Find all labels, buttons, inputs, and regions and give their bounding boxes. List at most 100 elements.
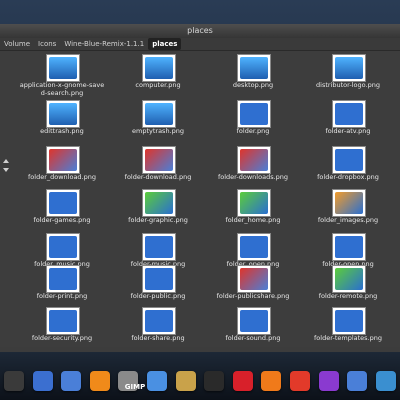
file-item[interactable]: folder-games.png [19,189,105,233]
firefox-icon[interactable] [261,371,282,391]
file-thumbnail [237,233,271,261]
image-icon [335,192,363,214]
file-thumbnail [332,146,366,174]
file-item[interactable]: folder-sound.png [210,307,296,347]
file-item[interactable]: folder-templates.png [305,307,391,347]
file-thumbnail [142,189,176,217]
file-thumbnail [142,146,176,174]
file-item[interactable]: desktop.png [210,54,296,98]
file-item[interactable]: folder-graphic.png [115,189,201,233]
image-icon [240,268,268,290]
file-label: emptytrash.png [132,127,184,135]
terminal-icon[interactable] [4,371,24,391]
file-item[interactable]: folder_images.png [305,189,391,233]
browser-icon[interactable] [375,371,396,391]
file-thumbnail [332,265,366,293]
file-item[interactable]: folder-download.png [115,146,201,190]
file-label: folder.png [236,127,270,135]
file-item[interactable]: folder.png [210,100,296,144]
file-label: distributor-logo.png [316,81,380,89]
image-icon [145,236,173,258]
file-thumbnail [332,233,366,261]
file-item[interactable]: folder-print.png [19,265,105,309]
image-icon [49,149,77,171]
image-icon [335,149,363,171]
file-item[interactable]: distributor-logo.png [305,54,391,98]
image-icon [145,192,173,214]
file-thumbnail [237,189,271,217]
file-thumbnail [142,233,176,261]
image-icon [145,268,173,290]
image-icon [240,192,268,214]
file-item[interactable]: folder-public.png [115,265,201,309]
dock [0,370,400,392]
launcher-icon[interactable] [318,371,339,391]
file-thumbnail [46,100,80,128]
settings-icon[interactable] [89,371,110,391]
chrome-icon[interactable] [290,371,311,391]
file-thumbnail [332,189,366,217]
file-label: application-x-gnome-saved-search.png [19,81,105,97]
file-item[interactable]: folder-downloads.png [210,146,296,190]
breadcrumb-icons[interactable]: Icons [34,38,60,50]
file-label: folder-dropbox.png [317,173,379,181]
file-item[interactable]: folder-security.png [19,307,105,347]
file-thumbnail [237,146,271,174]
file-item[interactable]: computer.png [115,54,201,98]
file-thumbnail [46,189,80,217]
file-label: folder_home.png [225,216,281,224]
image-viewer-icon[interactable] [175,371,196,391]
file-label: folder-atv.png [325,127,371,135]
file-item[interactable]: edittrash.png [19,100,105,144]
scroll-down-icon[interactable] [3,168,9,172]
files-icon[interactable] [147,371,168,391]
image-icon [335,236,363,258]
file-item[interactable]: folder-share.png [115,307,201,347]
file-item[interactable]: application-x-gnome-saved-search.png [19,54,105,98]
breadcrumb-volume[interactable]: Volume [0,38,34,50]
breadcrumb-places[interactable]: places [148,38,182,50]
file-label: folder_images.png [317,216,379,224]
file-label: computer.png [135,81,181,89]
file-thumbnail [332,307,366,335]
file-item[interactable]: emptytrash.png [115,100,201,144]
file-thumbnail [237,54,271,82]
file-grid: application-x-gnome-saved-search.png comp… [0,51,400,347]
file-label: folder-downloads.png [217,173,289,181]
image-icon [335,103,363,125]
image-icon [49,192,77,214]
opera-icon[interactable] [232,371,253,391]
file-item[interactable]: folder_home.png [210,189,296,233]
image-icon [240,310,268,332]
file-thumbnail [142,54,176,82]
gimp-label: GIMP [124,383,146,391]
file-label: folder-public.png [130,292,186,300]
file-label: folder_download.png [28,173,96,181]
network-icon[interactable] [347,371,368,391]
scroll-up-icon[interactable] [3,159,9,163]
file-label: desktop.png [232,81,274,89]
file-item[interactable]: folder-dropbox.png [305,146,391,190]
music-icon[interactable] [32,371,53,391]
image-icon [49,268,77,290]
file-item[interactable]: folder-remote.png [305,265,391,309]
breadcrumb-theme[interactable]: Wine-Blue-Remix-1.1.1 [60,38,148,50]
window-title: places [0,24,400,38]
file-thumbnail [332,100,366,128]
file-label: folder-graphic.png [128,216,188,224]
file-label: folder-download.png [124,173,192,181]
file-label: folder-publicshare.png [216,292,290,300]
file-item[interactable]: folder_download.png [19,146,105,190]
image-icon [145,57,173,79]
image-icon [49,310,77,332]
file-label: folder-sound.png [225,334,281,342]
file-label: folder-security.png [31,334,93,342]
file-label: folder-games.png [33,216,91,224]
file-item[interactable]: folder-publicshare.png [210,265,296,309]
image-icon [145,149,173,171]
file-thumbnail [237,265,271,293]
image-icon [240,149,268,171]
photos-icon[interactable] [61,371,82,391]
video-icon[interactable] [204,371,225,391]
file-item[interactable]: folder-atv.png [305,100,391,144]
